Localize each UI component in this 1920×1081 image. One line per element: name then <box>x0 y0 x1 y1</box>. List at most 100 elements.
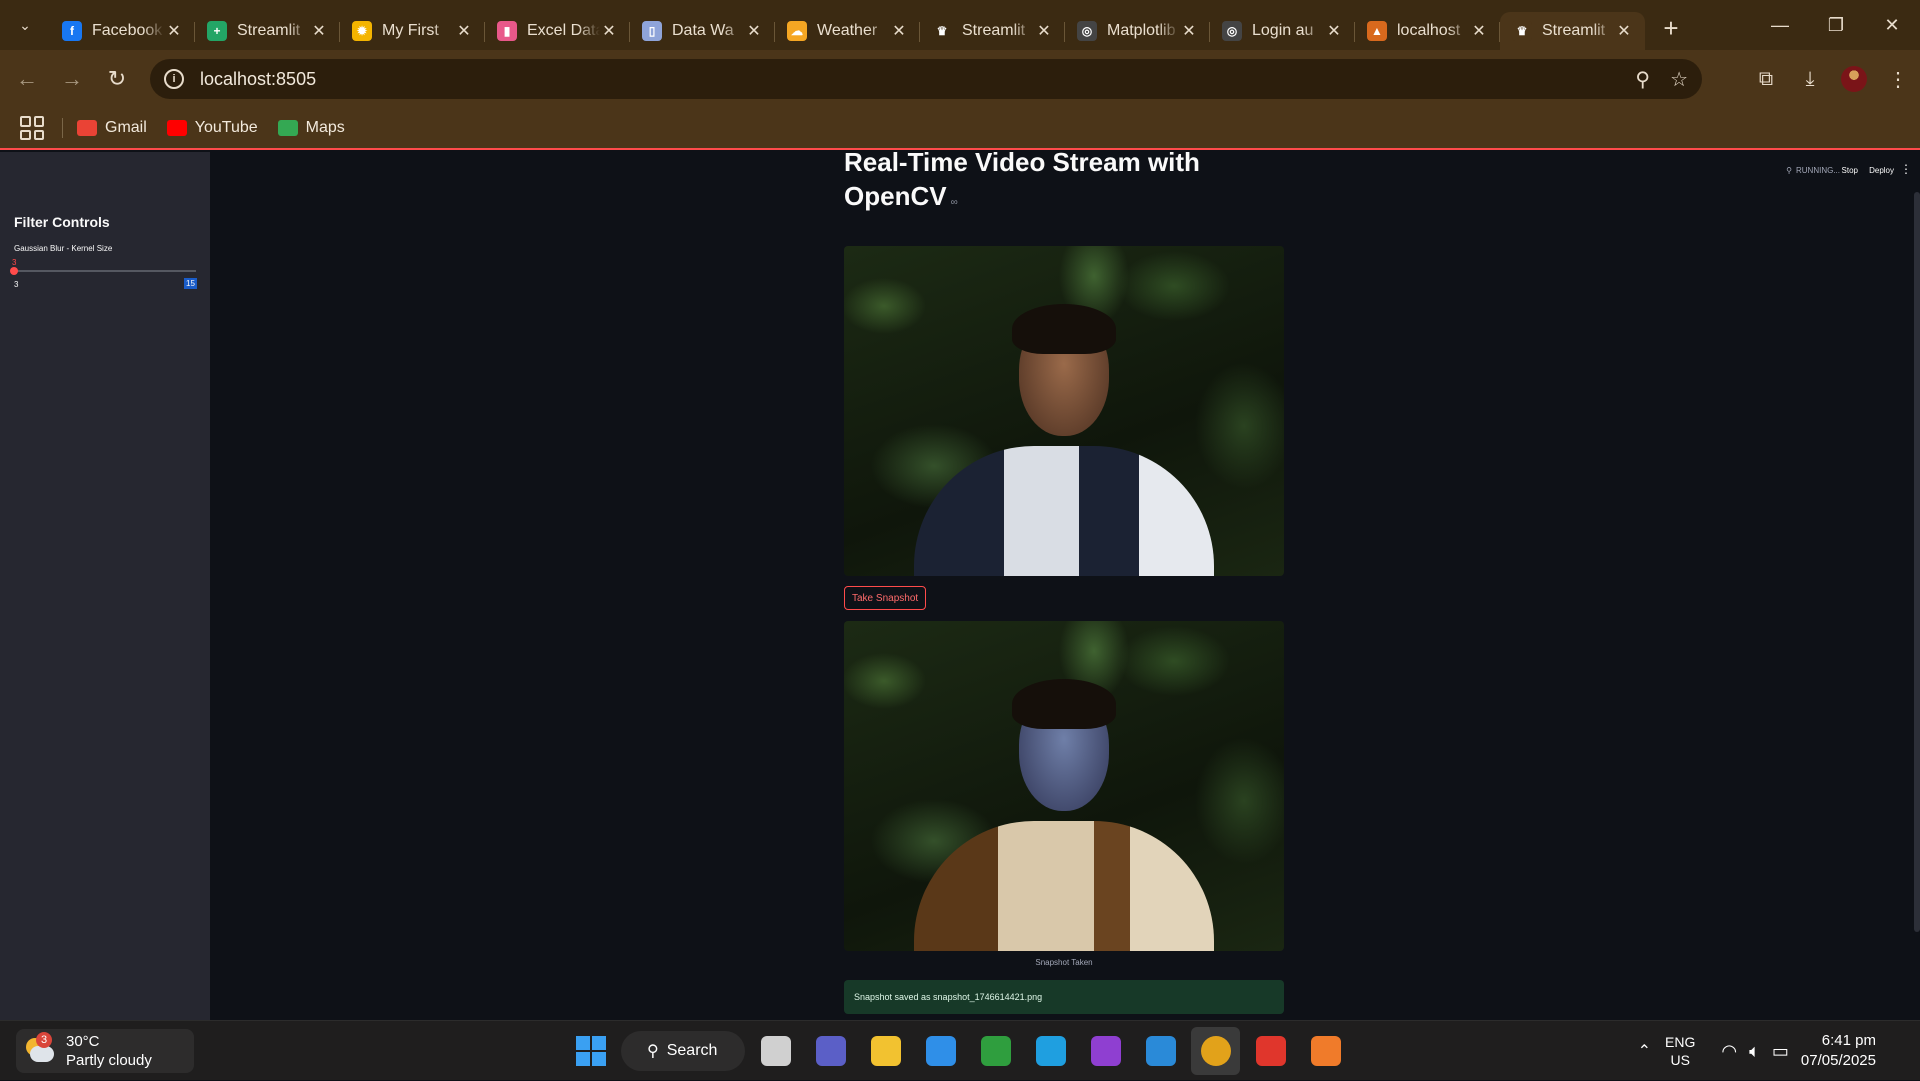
vpn-taskbar-button[interactable] <box>1081 1027 1130 1075</box>
tab-title: Data Wa <box>672 22 734 39</box>
reload-button[interactable]: ↻ <box>99 61 135 97</box>
task-view-taskbar-button[interactable] <box>751 1027 800 1075</box>
language-indicator[interactable]: ENG US <box>1665 1033 1695 1069</box>
browser-toolbar: ← → ↻ i localhost:8505 ⚲ ☆ ⧉ ⤓ ⋮ <box>0 50 1920 108</box>
link-icon[interactable]: ∞ <box>951 197 958 208</box>
weather-widget[interactable]: 3 30°C Partly cloudy <box>16 1029 194 1073</box>
tab-title: Streamlit <box>237 22 301 39</box>
menu-kebab-icon[interactable]: ⋮ <box>1876 59 1920 99</box>
tab-close-icon[interactable]: ✕ <box>1180 21 1198 41</box>
slider-thumb[interactable] <box>10 267 18 275</box>
success-alert: Snapshot saved as snapshot_1746614421.pn… <box>844 980 1284 1014</box>
volume-icon[interactable]: 🔈︎ <box>1749 1041 1760 1062</box>
reload-icon: ↻ <box>107 66 127 91</box>
back-button[interactable]: ← <box>9 61 45 97</box>
xampp-taskbar-button[interactable] <box>1301 1027 1350 1075</box>
tab-5[interactable]: ☁ Weather ✕ <box>775 12 920 50</box>
xbox-taskbar-button[interactable] <box>971 1027 1020 1075</box>
bookmark-star-icon[interactable]: ☆ <box>1670 67 1688 92</box>
tab-4[interactable]: ▯ Data Wa ✕ <box>630 12 775 50</box>
tab-close-icon[interactable]: ✕ <box>890 21 908 41</box>
teams-taskbar-button[interactable] <box>806 1027 855 1075</box>
download-icon[interactable]: ⤓ <box>1788 59 1832 99</box>
slider-min: 3 <box>14 280 19 289</box>
zoom-icon[interactable]: ⚲ <box>1635 67 1650 92</box>
tab-close-icon[interactable]: ✕ <box>455 21 473 41</box>
tab-0[interactable]: f Facebook ✕ <box>50 12 195 50</box>
vscode-taskbar-button[interactable] <box>1136 1027 1185 1075</box>
edge-taskbar-button[interactable] <box>1026 1027 1075 1075</box>
minimize-button[interactable]: — <box>1752 0 1808 50</box>
extensions-icon[interactable]: ⧉ <box>1744 59 1788 99</box>
taskbar-search[interactable]: ⚲ Search <box>621 1031 745 1071</box>
running-status: ⚲ RUNNING... <box>1786 166 1840 175</box>
weather-badge: 3 <box>36 1032 52 1048</box>
slider-track[interactable] <box>14 270 196 272</box>
url-text[interactable]: localhost:8505 <box>200 69 316 90</box>
xampp-icon <box>1310 1036 1341 1066</box>
wps-taskbar-button[interactable] <box>1246 1027 1295 1075</box>
bookmark-label: Maps <box>305 119 345 136</box>
bookmark-label: YouTube <box>194 119 258 136</box>
video-stream-frame <box>844 246 1284 576</box>
language-bottom: US <box>1670 1052 1690 1068</box>
search-label: Search <box>666 1042 718 1059</box>
tab-close-icon[interactable]: ✕ <box>1470 21 1488 41</box>
forward-button[interactable]: → <box>54 61 90 97</box>
weather-desc: Partly cloudy <box>66 1052 152 1069</box>
bookmark-maps[interactable]: Maps <box>277 119 345 137</box>
taskbar: 3 30°C Partly cloudy ⚲ Search ⌃ ENG US ◠… <box>0 1020 1920 1080</box>
profile-avatar[interactable] <box>1841 66 1867 92</box>
vscode-icon <box>1145 1036 1176 1066</box>
new-tab-button[interactable]: + <box>1653 10 1689 46</box>
tab-8[interactable]: ◎ Login au ✕ <box>1210 12 1355 50</box>
tab-title: localhost <box>1397 22 1461 39</box>
apps-grid-icon[interactable] <box>20 116 44 140</box>
start-button[interactable] <box>566 1027 615 1075</box>
tab-close-icon[interactable]: ✕ <box>1035 21 1053 41</box>
tab-close-icon[interactable]: ✕ <box>310 21 328 41</box>
bookmark-gmail[interactable]: Gmail <box>77 119 147 137</box>
tab-close-icon[interactable]: ✕ <box>1615 21 1633 41</box>
tab-search-button[interactable]: ⌄ <box>8 8 42 42</box>
tab-10[interactable]: ♛ Streamlit ✕ <box>1500 12 1645 50</box>
tab-close-icon[interactable]: ✕ <box>745 21 763 41</box>
take-snapshot-button[interactable]: Take Snapshot <box>844 586 927 610</box>
tab-title: My First <box>382 22 439 39</box>
tab-2[interactable]: ✹ My First ✕ <box>340 12 485 50</box>
tab-3[interactable]: ▮ Excel Data ✕ <box>485 12 630 50</box>
file-explorer-taskbar-button[interactable] <box>861 1027 910 1075</box>
chrome-taskbar-button[interactable] <box>1191 1027 1240 1075</box>
deploy-button[interactable]: Deploy <box>1869 166 1894 175</box>
gmail-icon <box>77 120 97 136</box>
slider-current-value: 3 <box>12 258 17 267</box>
battery-icon[interactable]: ▭ <box>1772 1041 1789 1062</box>
info-icon[interactable]: i <box>164 69 184 89</box>
store-taskbar-button[interactable] <box>916 1027 965 1075</box>
slider-label: Gaussian Blur - Kernel Size <box>14 244 113 253</box>
tab-close-icon[interactable]: ✕ <box>600 21 618 41</box>
tab-7[interactable]: ◎ Matplotlib ✕ <box>1065 12 1210 50</box>
tab-close-icon[interactable]: ✕ <box>1325 21 1343 41</box>
stop-button[interactable]: Stop <box>1842 166 1858 175</box>
sidebar: Filter Controls Gaussian Blur - Kernel S… <box>0 152 210 1020</box>
close-window-button[interactable]: ✕ <box>1864 0 1920 50</box>
tab-1[interactable]: + Streamlit ✕ <box>195 12 340 50</box>
clock[interactable]: 6:41 pm 07/05/2025 <box>1801 1031 1876 1071</box>
main-menu-icon[interactable]: ⋮ <box>1900 162 1912 176</box>
address-bar[interactable]: i localhost:8505 ⚲ ☆ <box>150 59 1702 99</box>
tab-close-icon[interactable]: ✕ <box>165 21 183 41</box>
tab-6[interactable]: ♛ Streamlit ✕ <box>920 12 1065 50</box>
wifi-icon[interactable]: ◠ <box>1721 1041 1737 1062</box>
scrollbar[interactable] <box>1914 192 1920 932</box>
tray-chevron-icon[interactable]: ⌃ <box>1638 1041 1651 1061</box>
streamlit-icon: ♛ <box>932 21 952 41</box>
maps-icon <box>277 120 298 136</box>
tab-strip: ⌄ f Facebook ✕ + Streamlit ✕ ✹ My First ✕ ▮ Excel … <box>0 0 1920 50</box>
tab-9[interactable]: ▲ localhost ✕ <box>1355 12 1500 50</box>
bookmark-youtube[interactable]: YouTube <box>166 119 258 137</box>
system-tray: ⌃ ENG US ◠ 🔈︎ ▭ 6:41 pm 07/05/2025 <box>1638 1021 1920 1081</box>
restore-button[interactable]: ❐ <box>1808 0 1864 50</box>
bookmark-separator <box>62 118 63 138</box>
arrow-right-icon: → <box>61 66 83 91</box>
